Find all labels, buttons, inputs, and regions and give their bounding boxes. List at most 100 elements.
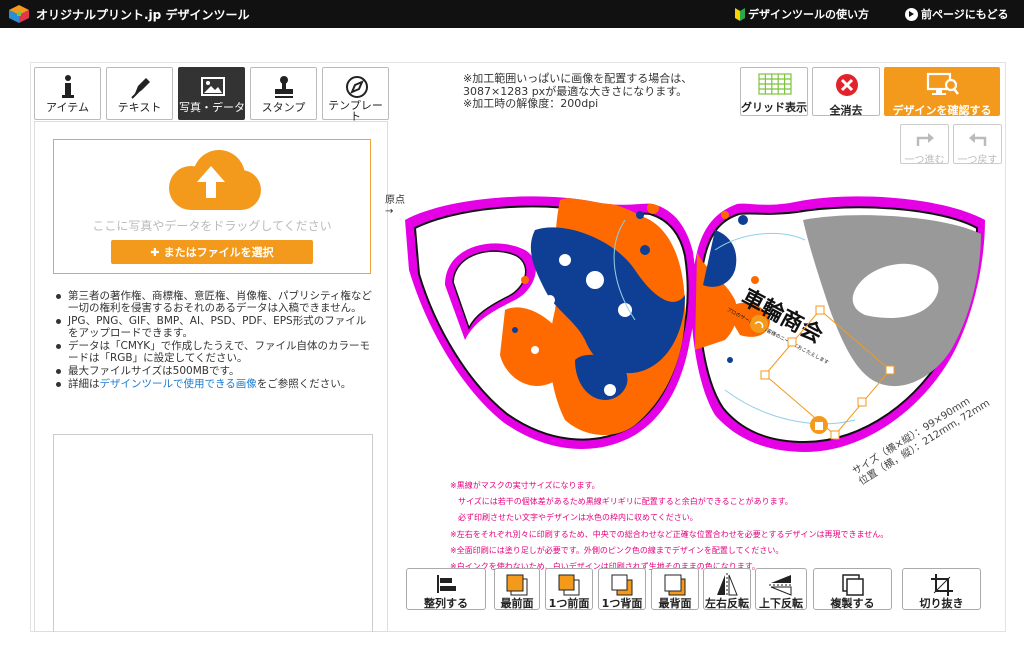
- flip-vertical-label: 上下反転: [759, 597, 803, 610]
- note-suffix: をご参照ください。: [256, 378, 352, 390]
- send-backward-icon: [611, 574, 633, 596]
- info-icon: [62, 75, 74, 98]
- bring-forward-button[interactable]: 1つ前面: [545, 568, 593, 610]
- tool-tabs: アイテム テキスト 写真・データ スタンプ テンプレート: [34, 67, 389, 122]
- clear-all-button[interactable]: 全消去: [812, 67, 880, 117]
- notice-line: ※加工時の解像度：200dpi: [463, 97, 599, 110]
- send-backward-button[interactable]: 1つ背面: [598, 568, 646, 610]
- usable-images-link[interactable]: デザインツールで使用できる画像: [100, 378, 257, 390]
- resize-handle[interactable]: [760, 370, 770, 380]
- back-link-label: 前ページにもどる: [921, 8, 1009, 21]
- back-link[interactable]: 前ページにもどる: [905, 6, 1009, 22]
- confirm-design-button[interactable]: デザインを確認する: [884, 67, 1000, 117]
- top-bar: オリジナルプリント.jp デザインツール デザインツールの使い方 前ページにもど…: [0, 0, 1024, 28]
- pen-icon: [131, 78, 150, 99]
- guide-link-label: デザインツールの使い方: [748, 8, 869, 21]
- resolution-notice: ※加工範囲いっぱいに画像を配置する場合は、 3087×1283 pxが最適な大き…: [463, 72, 693, 111]
- tab-template[interactable]: テンプレート: [322, 67, 389, 123]
- note-prefix: 詳細は: [68, 378, 100, 390]
- redo-icon: [916, 133, 934, 146]
- note-item-details: 詳細はデザインツールで使用できる画像をご参照ください。: [52, 378, 374, 390]
- duplicate-label: 複製する: [830, 597, 875, 610]
- undo-button[interactable]: 一つ戻す: [953, 124, 1002, 166]
- undo-label: 一つ戻す: [957, 155, 998, 166]
- align-label: 整列する: [424, 597, 468, 610]
- undo-icon: [969, 133, 987, 146]
- bring-forward-label: 1つ前面: [548, 597, 590, 610]
- bring-to-front-button[interactable]: 最前面: [494, 568, 540, 610]
- tab-photo-data[interactable]: 写真・データ: [178, 67, 245, 120]
- image-icon: [201, 77, 225, 96]
- crop-label: 切り抜き: [919, 597, 964, 610]
- print-notes: ※黒線がマスクの実寸サイズになります。 サイズには若干の個体差があるため黒線ギリ…: [450, 478, 990, 573]
- bring-front-icon: [506, 574, 528, 596]
- send-to-back-label: 最背面: [658, 597, 692, 610]
- flip-vertical-icon: [769, 575, 793, 596]
- flip-vertical-button[interactable]: 上下反転: [755, 568, 807, 610]
- resize-handle[interactable]: [787, 337, 797, 347]
- notice-line: ※加工範囲いっぱいに画像を配置する場合は、: [463, 72, 693, 85]
- mask-canvas[interactable]: 車輪商会 プロのサービスがお客様のニーズにおこたえします サイズ（横×縦）：99…: [385, 190, 995, 490]
- crop-icon: [930, 574, 953, 596]
- resize-handle[interactable]: [857, 397, 867, 407]
- stamp-icon: [275, 76, 293, 98]
- align-button[interactable]: 整列する: [406, 568, 486, 610]
- duplicate-icon: [841, 574, 864, 596]
- play-circle-icon: [905, 7, 918, 21]
- flip-horizontal-button[interactable]: 左右反転: [703, 568, 751, 610]
- send-back-icon: [664, 574, 686, 596]
- print-note: ※全面印刷には塗り足しが必要です。外側のピンク色の線までデザインを配置してくださ…: [450, 545, 784, 555]
- print-note: ※左右をそれぞれ別々に印刷するため、中央での総合わせなど正確な位置合わせを必要と…: [450, 529, 889, 539]
- drop-instruction: ここに写真やデータをドラッグしてください: [92, 219, 332, 233]
- select-file-label: またはファイルを選択: [163, 246, 274, 259]
- tab-item-label: アイテム: [46, 101, 89, 114]
- note-item: JPG、PNG、GIF、BMP、AI、PSD、PDF、EPS形式のファイルをアッ…: [52, 315, 374, 339]
- beginner-mark-icon: [735, 7, 745, 21]
- uploaded-images-list[interactable]: [53, 434, 373, 632]
- confirm-design-label: デザインを確認する: [892, 104, 992, 117]
- flip-horizontal-label: 左右反転: [705, 597, 749, 610]
- monitor-search-icon: [926, 72, 959, 95]
- close-circle-icon: [836, 74, 858, 96]
- tab-template-label: テンプレート: [328, 99, 383, 123]
- note-item: 第三者の著作権、商標権、意匠権、肖像権、パブリシティ権など一切の権利を侵害するお…: [52, 290, 374, 314]
- note-item: データは「CMYK」で作成したうえで、ファイル自体のカラーモードは「RGB」に設…: [52, 340, 374, 364]
- resize-handle[interactable]: [815, 305, 825, 315]
- grid-icon: [758, 73, 792, 95]
- upload-notes: 第三者の著作権、商標権、意匠権、肖像権、パブリシティ権など一切の権利を侵害するお…: [52, 290, 374, 391]
- app-title: オリジナルプリント.jp デザインツール: [36, 8, 250, 22]
- redo-button[interactable]: 一つ進む: [900, 124, 949, 166]
- tab-text[interactable]: テキスト: [106, 67, 173, 120]
- grid-toggle-button[interactable]: グリッド表示: [740, 67, 808, 116]
- send-backward-label: 1つ背面: [601, 597, 643, 610]
- grid-label: グリッド表示: [741, 101, 807, 114]
- compass-icon: [346, 76, 368, 98]
- duplicate-button[interactable]: 複製する: [813, 568, 892, 610]
- print-note: サイズには若干の個体差があるため黒線ギリギリに配置すると余白ができることがありま…: [450, 497, 793, 507]
- tab-stamp-label: スタンプ: [261, 101, 306, 114]
- resize-handle[interactable]: [885, 365, 895, 375]
- print-note: 必ず印刷させたい文字やデザインは水色の枠内に収めてください。: [450, 513, 698, 523]
- resize-handle[interactable]: [830, 430, 840, 440]
- tab-text-label: テキスト: [117, 101, 162, 114]
- align-icon: [437, 575, 456, 593]
- bring-forward-icon: [558, 574, 580, 596]
- upload-dropzone[interactable]: ここに写真やデータをドラッグしてください ✚ またはファイルを選択: [53, 139, 371, 274]
- print-note: ※黒線がマスクの実寸サイズになります。: [450, 481, 600, 490]
- send-to-back-button[interactable]: 最背面: [651, 568, 699, 610]
- mask-right-panel: 車輪商会 プロのサービスがお客様のニーズにおこたえします サイズ（横×縦）：99…: [690, 196, 992, 488]
- clear-all-label: 全消去: [829, 104, 863, 117]
- crop-button[interactable]: 切り抜き: [902, 568, 981, 610]
- tab-photo-data-label: 写真・データ: [179, 102, 244, 113]
- cloud-upload-icon: [169, 150, 261, 210]
- logo-icon: [9, 5, 29, 23]
- rotate-handle-icon[interactable]: [750, 315, 768, 333]
- tab-item[interactable]: アイテム: [34, 67, 101, 120]
- guide-link[interactable]: デザインツールの使い方: [735, 6, 869, 22]
- mask-left-panel: [405, 196, 696, 450]
- select-file-button[interactable]: ✚ またはファイルを選択: [111, 240, 313, 264]
- bring-to-front-label: 最前面: [500, 597, 534, 610]
- tab-stamp[interactable]: スタンプ: [250, 67, 317, 120]
- redo-label: 一つ進む: [904, 155, 945, 166]
- plus-icon: ✚: [150, 245, 160, 259]
